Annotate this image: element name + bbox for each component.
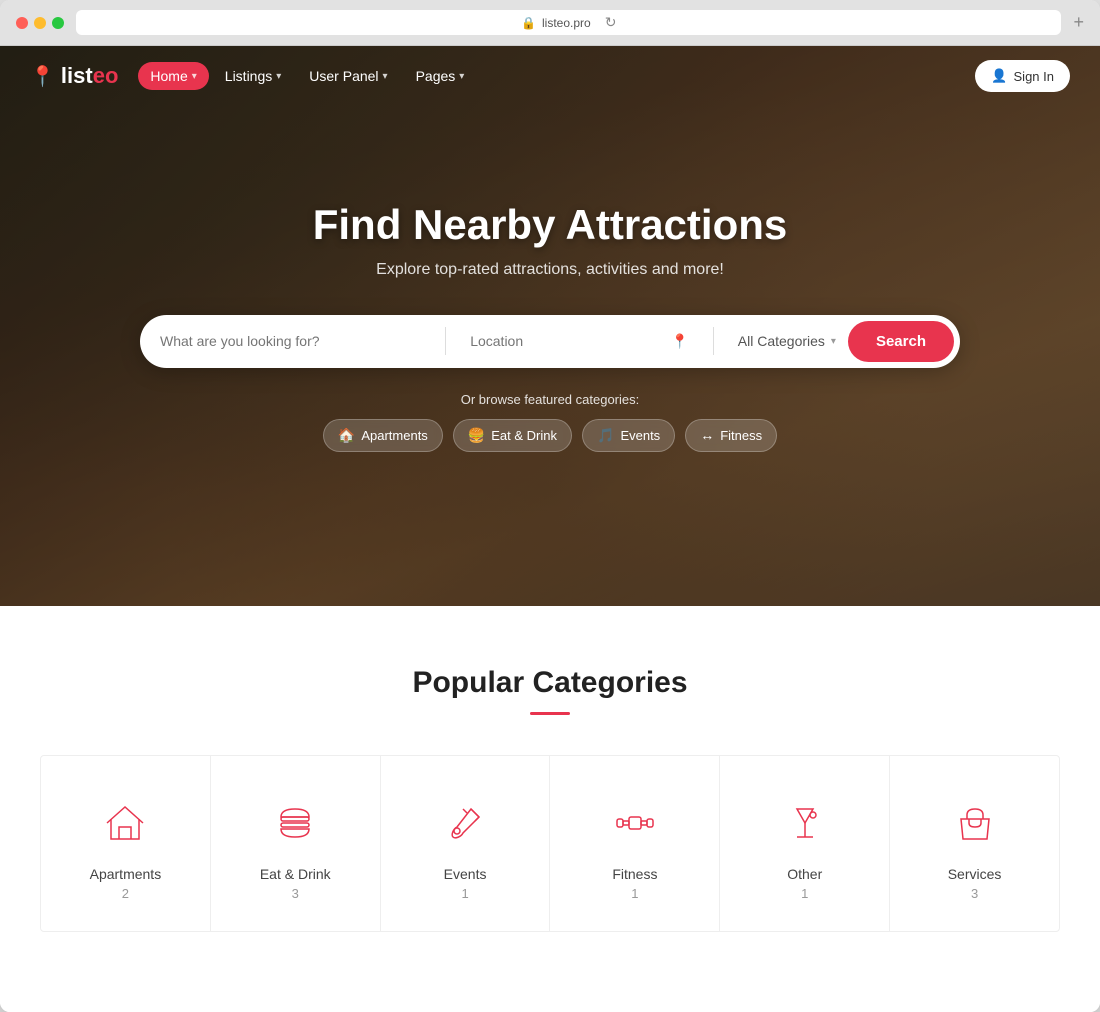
logo-text: listeo: [61, 63, 118, 89]
category-card-events[interactable]: Events 1: [381, 756, 551, 931]
chevron-down-icon: ▾: [459, 71, 464, 82]
popular-section: Popular Categories Apartments 2: [0, 606, 1100, 1012]
logo[interactable]: 📍 listeo: [30, 63, 118, 89]
lock-icon: 🔒: [521, 16, 536, 30]
page-content: 📍 listeo Home ▾ Listings ▾ User Panel ▾: [0, 46, 1100, 1012]
fitness-icon: ↔: [700, 427, 714, 443]
house-svg: [103, 801, 147, 845]
category-card-fitness[interactable]: Fitness 1: [550, 756, 720, 931]
fitness-icon: [608, 796, 662, 850]
chevron-down-icon: ▾: [383, 71, 388, 82]
eat-drink-icon: [268, 796, 322, 850]
pill-eat-drink-label: Eat & Drink: [491, 428, 557, 443]
hero-subtitle: Explore top-rated attractions, activitie…: [140, 261, 960, 279]
other-icon: [778, 796, 832, 850]
hero-content: Find Nearby Attractions Explore top-rate…: [120, 201, 980, 452]
category-card-apartments[interactable]: Apartments 2: [41, 756, 211, 931]
section-header: Popular Categories: [40, 666, 1060, 715]
eat-drink-icon: 🍔: [468, 427, 485, 444]
location-input[interactable]: [470, 333, 665, 349]
pill-apartments-label: Apartments: [361, 428, 427, 443]
browser-toolbar: 🔒 listeo.pro ↻ +: [0, 0, 1100, 46]
bag-svg: [953, 801, 997, 845]
url-text: listeo.pro: [542, 16, 591, 30]
pill-apartments[interactable]: 🏠 Apartments: [323, 419, 443, 452]
signin-label: Sign In: [1014, 69, 1054, 84]
nav-links: Home ▾ Listings ▾ User Panel ▾ Pages ▾: [138, 62, 975, 90]
category-card-services[interactable]: Services 3: [890, 756, 1059, 931]
pill-fitness-label: Fitness: [720, 428, 762, 443]
browser-window: 🔒 listeo.pro ↻ + 📍 listeo Home ▾: [0, 0, 1100, 1012]
category-label: All Categories: [738, 333, 825, 349]
pill-events-label: Events: [620, 428, 660, 443]
pill-fitness[interactable]: ↔ Fitness: [685, 419, 777, 452]
search-input[interactable]: [160, 333, 433, 349]
nav-item-pages[interactable]: Pages ▾: [404, 62, 477, 90]
search-divider-2: [713, 327, 714, 355]
traffic-lights: [16, 17, 64, 29]
chevron-down-icon: ▾: [192, 71, 197, 82]
events-icon: 🎵: [597, 427, 614, 444]
featured-category-pills: 🏠 Apartments 🍔 Eat & Drink 🎵 Events: [140, 419, 960, 452]
category-name-eat-drink: Eat & Drink: [260, 866, 331, 882]
cocktail-svg: [783, 801, 827, 845]
minimize-button[interactable]: [34, 17, 46, 29]
logo-pin-icon: 📍: [30, 64, 55, 89]
services-icon: [948, 796, 1002, 850]
section-title: Popular Categories: [40, 666, 1060, 700]
events-icon: [438, 796, 492, 850]
guitar-svg: [443, 801, 487, 845]
search-divider: [445, 327, 446, 355]
category-card-eat-drink[interactable]: Eat & Drink 3: [211, 756, 381, 931]
signin-button[interactable]: 👤 Sign In: [975, 60, 1070, 92]
category-name-fitness: Fitness: [612, 866, 657, 882]
browse-categories: Or browse featured categories: 🏠 Apartme…: [140, 392, 960, 452]
hero-section: 📍 listeo Home ▾ Listings ▾ User Panel ▾: [0, 46, 1100, 606]
nav-home-label: Home: [150, 68, 187, 84]
close-button[interactable]: [16, 17, 28, 29]
nav-item-user-panel[interactable]: User Panel ▾: [297, 62, 399, 90]
search-bar: 📍 All Categories ▾ Search: [140, 315, 960, 368]
dumbbell-svg: [613, 801, 657, 845]
pill-events[interactable]: 🎵 Events: [582, 419, 675, 452]
pill-eat-drink[interactable]: 🍔 Eat & Drink: [453, 419, 572, 452]
search-button[interactable]: Search: [848, 321, 954, 362]
location-pin-icon: 📍: [671, 333, 688, 350]
nav-pages-label: Pages: [416, 68, 456, 84]
user-icon: 👤: [991, 68, 1007, 84]
apartments-icon: [98, 796, 152, 850]
category-card-other[interactable]: Other 1: [720, 756, 890, 931]
chevron-down-icon: ▾: [276, 71, 281, 82]
category-name-other: Other: [787, 866, 822, 882]
nav-user-panel-label: User Panel: [309, 68, 378, 84]
browse-label: Or browse featured categories:: [140, 392, 960, 407]
reload-button[interactable]: ↻: [605, 14, 617, 31]
new-tab-button[interactable]: +: [1073, 12, 1084, 33]
category-name-apartments: Apartments: [90, 866, 162, 882]
burger-svg: [273, 801, 317, 845]
location-field: 📍: [458, 333, 701, 350]
nav-item-home[interactable]: Home ▾: [138, 62, 208, 90]
navbar: 📍 listeo Home ▾ Listings ▾ User Panel ▾: [0, 46, 1100, 106]
hero-title: Find Nearby Attractions: [140, 201, 960, 249]
maximize-button[interactable]: [52, 17, 64, 29]
category-name-services: Services: [948, 866, 1002, 882]
categories-grid: Apartments 2 Eat & Drink 3: [40, 755, 1060, 932]
nav-item-listings[interactable]: Listings ▾: [213, 62, 294, 90]
category-select[interactable]: All Categories ▾: [726, 333, 848, 349]
chevron-down-icon: ▾: [831, 336, 836, 347]
category-name-events: Events: [444, 866, 487, 882]
nav-listings-label: Listings: [225, 68, 272, 84]
section-underline: [530, 712, 570, 715]
address-bar[interactable]: 🔒 listeo.pro ↻: [76, 10, 1061, 35]
apartments-icon: 🏠: [338, 427, 355, 444]
